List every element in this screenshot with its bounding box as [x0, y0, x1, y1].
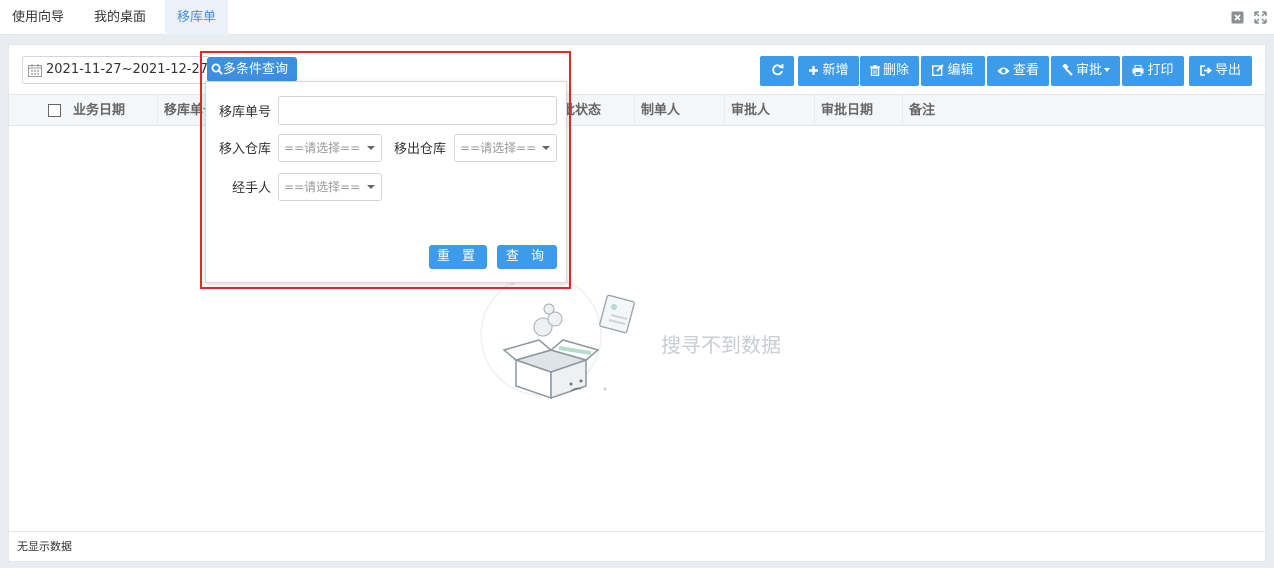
out-warehouse-placeholder: ==请选择== [460, 141, 537, 155]
select-all-checkbox[interactable] [48, 104, 61, 117]
print-label: 打印 [1147, 63, 1174, 78]
fullscreen-icon[interactable] [1254, 11, 1267, 24]
handler-select[interactable]: ==请选择== [278, 173, 382, 201]
delete-label: 删除 [882, 63, 909, 78]
edit-label: 编辑 [947, 63, 974, 78]
tab-bar: 使用向导 我的桌面 移库单 [0, 0, 1274, 35]
in-warehouse-label: 移入仓库 [219, 142, 272, 157]
order-no-label: 移库单号 [219, 105, 272, 120]
eye-icon [997, 67, 1010, 75]
reset-button[interactable]: 重 置 [429, 245, 487, 269]
query-button[interactable]: 查 询 [497, 245, 557, 269]
document-icon [599, 294, 635, 334]
date-range-input[interactable]: 2021-11-27~2021-12-27 [22, 56, 210, 84]
handler-placeholder: ==请选择== [284, 180, 361, 194]
caret-down-icon [1104, 68, 1110, 72]
column-creator[interactable]: 制单人 [634, 95, 680, 126]
chevron-down-icon [367, 146, 375, 150]
empty-message: 搜寻不到数据 [661, 333, 781, 357]
date-range-value: 2021-11-27~2021-12-27 [46, 62, 208, 77]
approve-dropdown-button[interactable]: 审批 [1051, 56, 1120, 86]
export-icon [1200, 65, 1212, 76]
chevron-down-icon [367, 185, 375, 189]
calendar-icon [28, 64, 42, 77]
gavel-icon [1062, 63, 1073, 76]
in-warehouse-select[interactable]: ==请选择== [278, 134, 382, 162]
out-warehouse-select[interactable]: ==请选择== [454, 134, 557, 162]
main-panel: 2021-11-27~2021-12-27 多条件查询 新增 删除 编辑 查看 … [8, 44, 1266, 562]
export-label: 导出 [1214, 63, 1241, 78]
handler-label: 经手人 [232, 181, 272, 196]
plus-icon [809, 66, 819, 75]
tab-guide[interactable]: 使用向导 [0, 0, 76, 35]
column-approval-date[interactable]: 审批日期 [814, 95, 873, 126]
delete-button[interactable]: 删除 [860, 56, 919, 86]
tab-my-desktop[interactable]: 我的桌面 [82, 0, 158, 35]
refresh-icon [771, 64, 783, 76]
refresh-button[interactable] [760, 56, 794, 86]
view-label: 查看 [1012, 63, 1039, 78]
view-button[interactable]: 查看 [987, 56, 1049, 86]
order-no-input[interactable] [278, 96, 557, 125]
close-tab-icon[interactable] [1231, 11, 1244, 24]
out-warehouse-label: 移出仓库 [394, 142, 447, 157]
printer-icon [1132, 65, 1144, 76]
approve-label: 审批 [1075, 63, 1102, 78]
column-business-date[interactable]: 业务日期 [67, 95, 125, 126]
add-label: 新增 [822, 63, 849, 78]
edit-button[interactable]: 编辑 [921, 56, 985, 86]
advanced-query-popup: 移库单号 移入仓库 ==请选择== 移出仓库 ==请选择== 经手人 ==请选择… [205, 81, 567, 283]
trash-icon [869, 65, 880, 77]
add-button[interactable]: 新增 [798, 56, 859, 86]
tab-transfer-order[interactable]: 移库单 [165, 0, 229, 35]
chevron-down-icon [542, 146, 550, 150]
print-button[interactable]: 打印 [1122, 56, 1184, 86]
in-warehouse-placeholder: ==请选择== [284, 141, 361, 155]
column-approver[interactable]: 审批人 [724, 95, 770, 126]
column-remark[interactable]: 备注 [902, 95, 935, 126]
status-bar: 无显示数据 [9, 531, 1265, 561]
table-header: 业务日期 移库单号 批状态 制单人 审批人 审批日期 备注 [9, 94, 1265, 126]
export-button[interactable]: 导出 [1189, 56, 1252, 86]
edit-icon [932, 64, 945, 77]
